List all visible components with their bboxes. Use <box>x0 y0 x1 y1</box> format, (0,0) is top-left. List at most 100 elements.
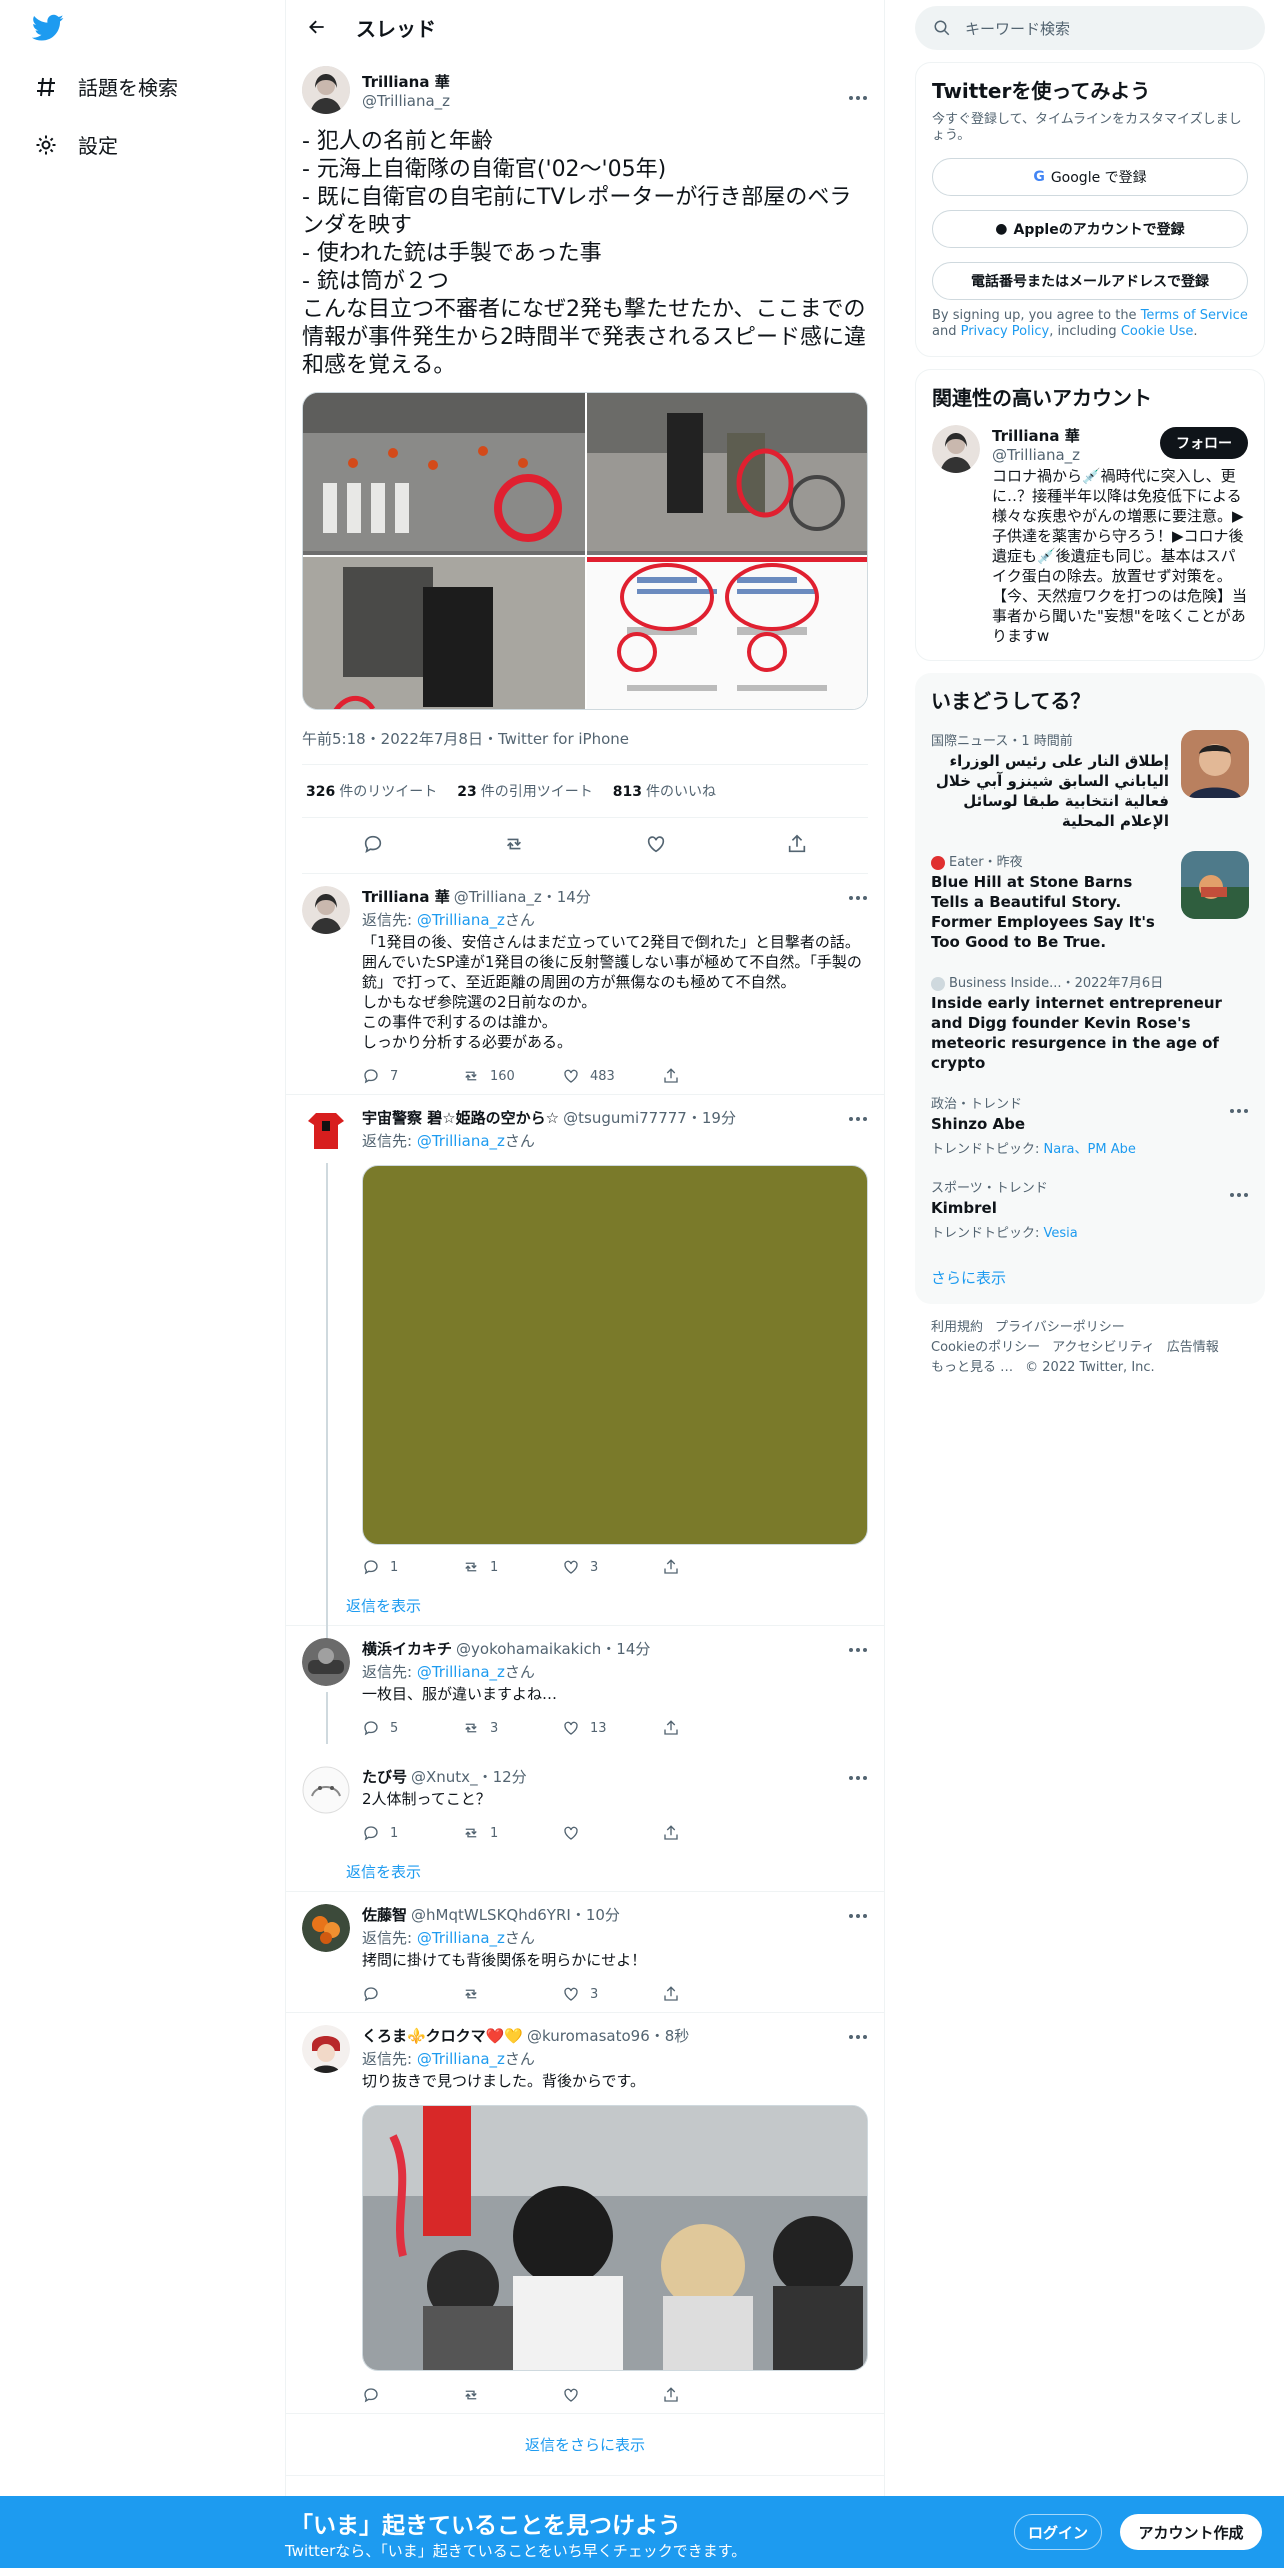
signup-button[interactable]: アカウント作成 <box>1120 2514 1262 2550</box>
media-photo-3[interactable] <box>303 557 585 709</box>
timestamp[interactable]: ・10分 <box>571 1904 620 1925</box>
show-more-replies-link[interactable]: 返信をさらに表示 <box>286 2414 884 2476</box>
author-name[interactable]: 横浜イカキチ <box>362 1638 452 1659</box>
reply-to-link[interactable]: @Trilliana_z <box>417 1663 505 1681</box>
reply-media[interactable] <box>362 2105 868 2371</box>
more-icon[interactable] <box>848 1109 868 1129</box>
share-button[interactable] <box>662 2386 762 2404</box>
more-icon[interactable] <box>848 888 868 908</box>
avatar[interactable] <box>932 425 980 473</box>
avatar[interactable] <box>302 2025 350 2073</box>
like-button[interactable]: 3 <box>562 1558 662 1576</box>
avatar[interactable] <box>302 1766 350 1814</box>
more-icon[interactable] <box>848 1906 868 1926</box>
author-name[interactable]: Trilliana 華 <box>362 71 450 92</box>
reply-button[interactable]: 1 <box>362 1824 462 1842</box>
trend-item[interactable]: Eater・昨夜 Blue Hill at Stone Barns Tells … <box>915 841 1265 962</box>
trend-item[interactable]: スポーツ・トレンド Kimbrel トレンドトピック: Vesia <box>915 1167 1265 1251</box>
timestamp[interactable]: ・12分 <box>478 1766 527 1787</box>
show-thread-link[interactable]: 返信を表示 <box>286 1585 868 1625</box>
reply-tweet[interactable]: 宇宙警察 碧☆姫路の空から☆ @tsugumi77777 ・19分 返信先: @Tr… <box>286 1095 884 1683</box>
author-handle[interactable]: @Xnutx_ <box>411 1768 478 1786</box>
reply-tweet[interactable]: たび号 @Xnutx_ ・12分 2人体制ってこと？ 1 1 <box>302 1766 868 1851</box>
share-button[interactable] <box>662 1558 762 1576</box>
timestamp[interactable]: ・8秒 <box>650 2025 690 2046</box>
avatar[interactable] <box>302 1107 350 1155</box>
login-button[interactable]: ログイン <box>1014 2514 1102 2550</box>
like-icon[interactable] <box>645 833 667 859</box>
tweet-meta[interactable]: 午前5:18・2022年7月8日・Twitter for iPhone <box>302 728 868 748</box>
author-handle[interactable]: @hMqtWLSKQhd6YRI <box>411 1906 571 1924</box>
nav-settings[interactable]: 設定 <box>32 130 118 159</box>
more-icon[interactable] <box>848 1768 868 1788</box>
like-button[interactable]: 3 <box>562 1985 662 2003</box>
trend-topic-link[interactable]: Vesia <box>1044 1226 1078 1241</box>
media-photo-4[interactable] <box>587 557 867 709</box>
media-photo-1[interactable] <box>303 393 585 555</box>
avatar[interactable] <box>302 1638 350 1686</box>
author-name[interactable]: たび号 <box>362 1766 407 1787</box>
phone-signup-button[interactable]: 電話番号またはメールアドレスで登録 <box>932 262 1248 300</box>
reply-to-link[interactable]: @Trilliana_z <box>417 1929 505 1947</box>
share-button[interactable] <box>662 1719 762 1737</box>
reply-tweet[interactable]: Trilliana 華 @Trilliana_z ・14分 返信先: @Trilli… <box>286 874 884 1095</box>
retweet-icon[interactable] <box>503 833 525 859</box>
follow-button[interactable]: フォロー <box>1160 427 1248 459</box>
footer-link[interactable]: 利用規約 <box>931 1320 983 1335</box>
trend-topic-link[interactable]: Nara、PM Abe <box>1044 1142 1136 1157</box>
author-handle[interactable]: @tsugumi77777 <box>563 1109 687 1127</box>
tweet-media-grid[interactable] <box>302 392 868 710</box>
share-button[interactable] <box>662 1824 762 1842</box>
retweet-button[interactable]: 160 <box>462 1067 562 1085</box>
author-handle[interactable]: @Trilliana_z <box>362 92 450 110</box>
timestamp[interactable]: ・19分 <box>687 1107 736 1128</box>
trend-item[interactable]: 政治・トレンド Shinzo Abe トレンドトピック: Nara、PM Abe <box>915 1083 1265 1167</box>
avatar[interactable] <box>302 886 350 934</box>
like-button[interactable] <box>562 2386 662 2404</box>
reply-button[interactable]: 7 <box>362 1067 462 1085</box>
reply-tweet[interactable]: くろま⚜️クロクマ❤️💛 @kuromasato96 ・8秒 返信先: @Trill… <box>286 2013 884 2414</box>
like-button[interactable] <box>562 1824 662 1842</box>
reply-to-link[interactable]: @Trilliana_z <box>417 2050 505 2068</box>
reply-button[interactable]: 5 <box>362 1719 462 1737</box>
avatar[interactable] <box>302 66 350 114</box>
share-icon[interactable] <box>786 833 808 859</box>
reply-tweet[interactable]: 佐藤智 @hMqtWLSKQhd6YRI ・10分 返信先: @Trilliana_… <box>286 1892 884 2013</box>
share-button[interactable] <box>662 1985 762 2003</box>
quotes-stat[interactable]: 23 件の引用ツイート <box>457 781 592 801</box>
reply-button[interactable] <box>362 1985 462 2003</box>
reply-icon[interactable] <box>362 833 384 859</box>
reply-media[interactable] <box>362 1165 868 1545</box>
author-handle[interactable]: @Trilliana_z <box>454 888 542 906</box>
retweet-button[interactable] <box>462 2386 562 2404</box>
retweets-stat[interactable]: 326 件のリツイート <box>306 781 437 801</box>
author-name[interactable]: 佐藤智 <box>362 1904 407 1925</box>
back-arrow-icon[interactable] <box>302 12 332 42</box>
author-handle[interactable]: @kuromasato96 <box>527 2027 650 2045</box>
author-name[interactable]: 宇宙警察 碧☆姫路の空から☆ <box>362 1107 559 1128</box>
apple-signup-button[interactable]: ● Appleのアカウントで登録 <box>932 210 1248 248</box>
show-more-trends-link[interactable]: さらに表示 <box>915 1251 1265 1304</box>
likes-stat[interactable]: 813 件のいいね <box>613 781 716 801</box>
share-button[interactable] <box>662 1067 762 1085</box>
reply-button[interactable] <box>362 2386 462 2404</box>
nav-explore[interactable]: 話題を検索 <box>32 72 178 101</box>
timestamp[interactable]: ・14分 <box>542 886 591 907</box>
media-photo-2[interactable] <box>587 393 867 555</box>
more-icon[interactable] <box>1229 1185 1249 1205</box>
search-input[interactable]: キーワード検索 <box>915 6 1265 50</box>
like-button[interactable]: 13 <box>562 1719 662 1737</box>
retweet-button[interactable] <box>462 1985 562 2003</box>
retweet-button[interactable]: 1 <box>462 1558 562 1576</box>
reply-to-link[interactable]: @Trilliana_z <box>417 1132 505 1150</box>
terms-link[interactable]: Terms of Service <box>1141 308 1248 323</box>
privacy-link[interactable]: Privacy Policy <box>961 324 1050 339</box>
retweet-button[interactable]: 1 <box>462 1824 562 1842</box>
reply-button[interactable]: 1 <box>362 1558 462 1576</box>
footer-link[interactable]: プライバシーポリシー <box>995 1320 1125 1335</box>
trend-item[interactable]: Business Inside...・2022年7月6日 Inside earl… <box>915 962 1265 1083</box>
cookie-link[interactable]: Cookie Use <box>1121 324 1194 339</box>
author-name[interactable]: くろま⚜️クロクマ❤️💛 <box>362 2025 523 2046</box>
reply-tweet[interactable]: 横浜イカキチ @yokohamaikakich ・14分 返信先: @Trillia… <box>302 1638 868 1746</box>
reply-to-link[interactable]: @Trilliana_z <box>417 911 505 929</box>
